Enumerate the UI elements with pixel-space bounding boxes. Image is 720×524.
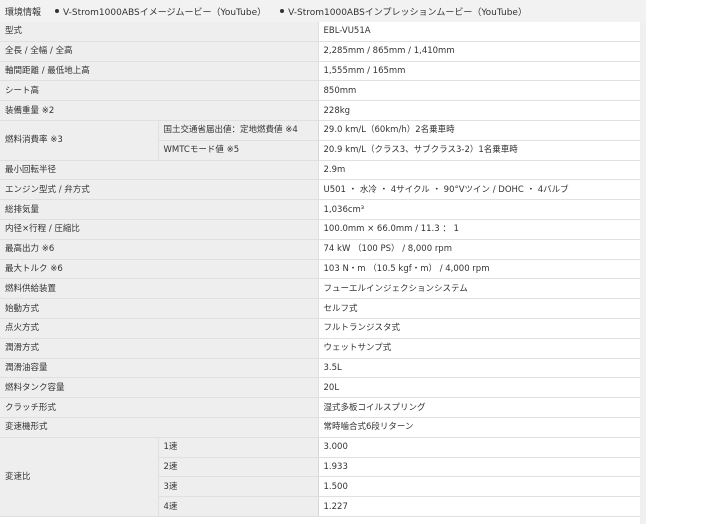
spec-sub-label: 3速: [158, 476, 319, 498]
spec-value: 3.000: [318, 437, 641, 458]
spec-label: 燃料消費率 ※3: [0, 120, 159, 161]
spec-row: 潤滑方式 ウェットサンプ式: [0, 338, 641, 359]
bullet-icon: [280, 9, 285, 13]
spec-row: 最高出力 ※6 74 kW （100 PS） / 8,000 rpm: [0, 239, 641, 260]
spec-sub-label: 2速: [158, 457, 319, 478]
spec-value: 74 kW （100 PS） / 8,000 rpm: [318, 239, 641, 260]
spec-row: 総排気量 1,036cm³: [0, 199, 641, 220]
spec-value: U501 ・ 水冷 ・ 4サイクル ・ 90°Vツイン / DOHC ・ 4バル…: [318, 179, 641, 201]
spec-value: 228kg: [318, 100, 641, 121]
spec-row: 変速機形式 常時噛合式6段リターン: [0, 417, 641, 438]
header-link-label: V-Strom1000ABSインプレッションムービー（YouTube）: [288, 7, 527, 18]
spec-value: セルフ式: [318, 298, 641, 319]
spec-row: 変速比 1速 3.000: [0, 437, 641, 517]
spec-value: 850mm: [318, 80, 641, 102]
spec-label: 総排気量: [0, 199, 319, 220]
spec-row: 始動方式 セルフ式: [0, 298, 641, 319]
header-link-2[interactable]: V-Strom1000ABSインプレッションムービー（YouTube）: [280, 5, 527, 18]
bullet-icon: [55, 9, 60, 13]
spec-value: EBL-VU51A: [318, 22, 641, 42]
spec-label: 全長 / 全幅 / 全高: [0, 41, 319, 62]
spec-label: 内径×行程 / 圧縮比: [0, 219, 319, 240]
spec-label: 潤滑方式: [0, 338, 319, 359]
spec-row: 最大トルク ※6 103 N・m （10.5 kgf・m） / 4,000 rpm: [0, 259, 641, 280]
content-edge: [640, 22, 646, 524]
spec-label: 最小回転半径: [0, 160, 319, 181]
spec-row: 最小回転半径 2.9m: [0, 160, 641, 181]
spec-label: 点火方式: [0, 318, 319, 339]
spec-value: 2,285mm / 865mm / 1,410mm: [318, 41, 641, 62]
spec-value: 2.9m: [318, 160, 641, 181]
spec-sub-label: 1速: [158, 437, 319, 458]
spec-label: 変速機形式: [0, 417, 319, 438]
spec-label: 始動方式: [0, 298, 319, 319]
spec-value: 1,036cm³: [318, 199, 641, 220]
spec-value: 20L: [318, 377, 641, 399]
spec-label: 潤滑油容量: [0, 358, 319, 379]
spec-label: 軸間距離 / 最低地上高: [0, 61, 319, 82]
spec-value: 1.500: [318, 476, 641, 498]
spec-label: 最高出力 ※6: [0, 239, 319, 260]
spec-value: ウェットサンプ式: [318, 338, 641, 359]
spec-row: 内径×行程 / 圧縮比 100.0mm × 66.0mm / 11.3 ： 1: [0, 219, 641, 240]
spec-label: 最大トルク ※6: [0, 259, 319, 280]
spec-value: フルトランジスタ式: [318, 318, 641, 339]
spec-value: 1.933: [318, 457, 641, 478]
spec-label: 装備重量 ※2: [0, 100, 319, 121]
spec-row: 全長 / 全幅 / 全高 2,285mm / 865mm / 1,410mm: [0, 41, 641, 62]
spec-value: 103 N・m （10.5 kgf・m） / 4,000 rpm: [318, 259, 641, 280]
spec-value: 20.9 km/L（クラス3、サブクラス3-2）1名乗車時: [318, 140, 641, 161]
spec-label: シート高: [0, 80, 319, 102]
spec-sub-label: 国土交通省届出値：定地燃費値 ※4: [158, 120, 319, 141]
spec-value: 常時噛合式6段リターン: [318, 417, 641, 438]
spec-value: 29.0 km/L（60km/h）2名乗車時: [318, 120, 641, 141]
spec-row: 燃料供給装置 フューエルインジェクションシステム: [0, 278, 641, 300]
header-link-label: 環境情報: [5, 7, 42, 18]
spec-label: クラッチ形式: [0, 397, 319, 418]
spec-row: 燃料タンク容量 20L: [0, 377, 641, 399]
spec-row: クラッチ形式 湿式多板コイルスプリング: [0, 397, 641, 418]
spec-sub-label: WMTCモード値 ※5: [158, 140, 319, 161]
header-link-label: V-Strom1000ABSイメージムービー（YouTube）: [63, 7, 267, 18]
spec-row: 軸間距離 / 最低地上高 1,555mm / 165mm: [0, 61, 641, 82]
spec-row: エンジン型式 / 弁方式 U501 ・ 水冷 ・ 4サイクル ・ 90°Vツイン …: [0, 179, 641, 201]
spec-sub-label: 4速: [158, 496, 319, 517]
spec-value: 1.227: [318, 496, 641, 517]
spec-label: 変速比: [0, 437, 159, 517]
spec-row: 点火方式 フルトランジスタ式: [0, 318, 641, 339]
spec-row: シート高 850mm: [0, 80, 641, 102]
spec-label: 燃料タンク容量: [0, 377, 319, 399]
header-links-bar: 環境情報 V-Strom1000ABSイメージムービー（YouTube） V-Str…: [0, 0, 646, 23]
spec-value: 1,555mm / 165mm: [318, 61, 641, 82]
header-link-1[interactable]: V-Strom1000ABSイメージムービー（YouTube）: [55, 5, 266, 18]
spec-row: 燃料消費率 ※3 国土交通省届出値：定地燃費値 ※4 29.0 km/L（60km/…: [0, 120, 641, 161]
spec-value: 湿式多板コイルスプリング: [318, 397, 641, 418]
header-link-0[interactable]: 環境情報: [5, 5, 41, 18]
spec-row: 潤滑油容量 3.5L: [0, 358, 641, 379]
spec-value: フューエルインジェクションシステム: [318, 278, 641, 300]
spec-value: 3.5L: [318, 358, 641, 379]
spec-label: 型式: [0, 22, 319, 42]
spec-table: 型式 EBL-VU51A 全長 / 全幅 / 全高 2,285mm / 865mm /…: [0, 22, 641, 517]
spec-value: 100.0mm × 66.0mm / 11.3 ： 1: [318, 219, 641, 240]
spec-label: エンジン型式 / 弁方式: [0, 179, 319, 201]
spec-row: 装備重量 ※2 228kg: [0, 100, 641, 121]
spec-row: 型式 EBL-VU51A: [0, 22, 641, 42]
spec-label: 燃料供給装置: [0, 278, 319, 300]
